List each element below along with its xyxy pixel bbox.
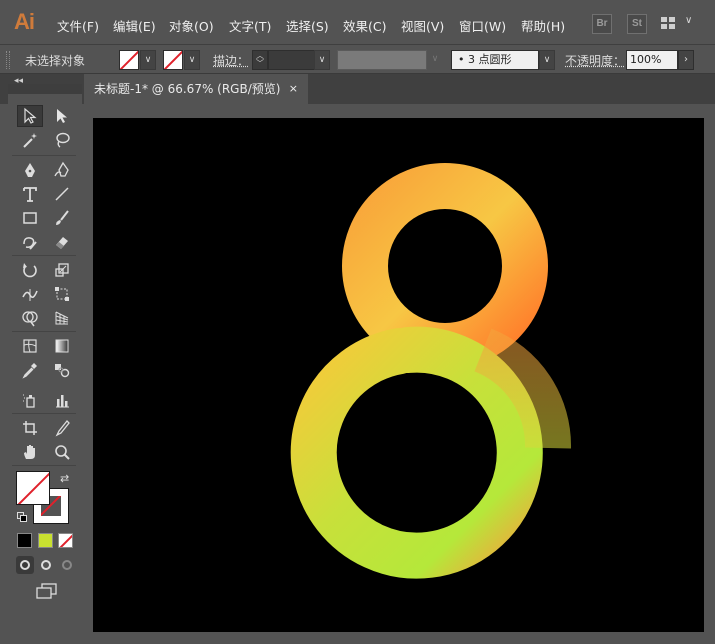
brush-definition[interactable]: • 3 点圆形 <box>451 50 539 70</box>
top-loop[interactable] <box>342 163 548 369</box>
document-tab-strip: 未标题-1* @ 66.67% (RGB/预览) × <box>0 74 715 104</box>
variable-width-profile[interactable] <box>337 50 427 70</box>
menu-select[interactable]: 选择(S) <box>286 16 329 35</box>
rotate-tool-icon[interactable] <box>17 259 43 281</box>
direct-selection-tool-icon[interactable] <box>49 105 75 127</box>
artboard[interactable] <box>93 118 704 632</box>
menu-effect[interactable]: 效果(C) <box>343 16 386 35</box>
curvature-tool-icon[interactable] <box>49 159 75 181</box>
free-transform-tool-icon[interactable] <box>49 283 75 305</box>
gradient-mode-button[interactable] <box>38 533 53 548</box>
panel-grip[interactable] <box>6 51 10 69</box>
pen-tool-icon[interactable] <box>17 159 43 181</box>
magic-wand-tool-icon[interactable] <box>17 129 43 151</box>
brush-dropdown[interactable]: ∨ <box>539 50 555 70</box>
draw-inside-icon[interactable] <box>58 556 76 574</box>
selection-status: 未选择对象 <box>25 54 86 68</box>
fill-swatch[interactable] <box>119 50 139 70</box>
toolbox-separator <box>12 413 76 414</box>
stroke-weight-input[interactable] <box>268 50 316 70</box>
toolbox-separator <box>12 331 76 332</box>
fill-color-box[interactable] <box>16 471 50 505</box>
bottom-loop[interactable] <box>290 326 543 579</box>
menu-object[interactable]: 对象(O) <box>169 16 214 35</box>
menu-type[interactable]: 文字(T) <box>229 16 271 35</box>
gradient-tool-icon[interactable] <box>49 335 75 357</box>
zoom-tool-icon[interactable] <box>49 441 75 463</box>
artwork-number-eight[interactable] <box>93 118 704 632</box>
change-screen-mode-icon[interactable] <box>36 583 58 599</box>
width-tool-icon[interactable] <box>17 283 43 305</box>
toolbox-separator <box>12 255 76 256</box>
eyedropper-tool-icon[interactable] <box>17 359 43 381</box>
draw-normal-icon[interactable] <box>16 556 34 574</box>
stock-button[interactable]: St <box>627 14 647 34</box>
slice-tool-icon[interactable] <box>49 417 75 439</box>
stroke-dropdown[interactable]: ∨ <box>184 50 200 70</box>
workspace-dropdown-icon[interactable]: ∨ <box>685 15 692 26</box>
menu-edit[interactable]: 编辑(E) <box>113 16 156 35</box>
type-tool-icon[interactable] <box>17 183 43 205</box>
hand-tool-icon[interactable] <box>17 441 43 463</box>
menu-bar: Ai 文件(F) 编辑(E) 对象(O) 文字(T) 选择(S) 效果(C) 视… <box>0 0 715 44</box>
eraser-tool-icon[interactable] <box>49 231 75 253</box>
profile-dropdown: ∨ <box>431 54 439 64</box>
paintbrush-tool-icon[interactable] <box>49 207 75 229</box>
menu-help[interactable]: 帮助(H) <box>521 16 565 35</box>
workspace-grid-icon[interactable] <box>661 17 675 29</box>
bridge-button[interactable]: Br <box>592 14 612 34</box>
menu-file[interactable]: 文件(F) <box>57 16 99 35</box>
shaper-tool-icon[interactable] <box>17 231 43 253</box>
scale-tool-icon[interactable] <box>49 259 75 281</box>
selection-tool-icon[interactable] <box>17 105 43 127</box>
stroke-swatch[interactable] <box>163 50 183 70</box>
fill-dropdown[interactable]: ∨ <box>140 50 156 70</box>
close-tab-icon[interactable]: × <box>289 74 298 104</box>
document-tab-title: 未标题-1* @ 66.67% (RGB/预览) <box>94 82 281 96</box>
canvas-right-edge <box>704 104 715 644</box>
opacity-arrow-button[interactable]: › <box>678 50 694 70</box>
toolbox-separator <box>12 465 76 466</box>
rectangle-tool-icon[interactable] <box>17 207 43 229</box>
opacity-input[interactable]: 100% <box>626 50 678 70</box>
lasso-tool-icon[interactable] <box>49 129 75 151</box>
color-mode-button[interactable] <box>17 533 32 548</box>
stroke-weight-dropdown[interactable]: ∨ <box>314 50 330 70</box>
opacity-label[interactable]: 不透明度： <box>565 52 625 69</box>
line-segment-tool-icon[interactable] <box>49 183 75 205</box>
toolbox-separator <box>12 155 76 156</box>
control-bar: 未选择对象 ∨ ∨ 描边： ︿ ﹀ ∨ ∨ • 3 点圆形 ∨ 不透明度： 100… <box>0 44 715 74</box>
shape-builder-tool-icon[interactable] <box>17 307 43 329</box>
artboard-tool-icon[interactable] <box>17 417 43 439</box>
symbol-sprayer-tool-icon[interactable] <box>17 389 43 411</box>
default-fill-stroke-icon[interactable] <box>17 512 27 522</box>
stroke-weight-spinner[interactable]: ︿ ﹀ <box>252 50 268 70</box>
app-logo: Ai <box>14 9 35 34</box>
menu-view[interactable]: 视图(V) <box>401 16 444 35</box>
draw-behind-icon[interactable] <box>37 556 55 574</box>
mesh-tool-icon[interactable] <box>17 335 43 357</box>
menu-window[interactable]: 窗口(W) <box>459 16 506 35</box>
document-tab[interactable]: 未标题-1* @ 66.67% (RGB/预览) × <box>84 74 308 104</box>
column-graph-tool-icon[interactable] <box>49 389 75 411</box>
toolbox-header[interactable] <box>8 84 82 94</box>
blend-tool-icon[interactable] <box>49 359 75 381</box>
perspective-grid-tool-icon[interactable] <box>49 307 75 329</box>
none-mode-button[interactable] <box>58 533 73 548</box>
swap-fill-stroke-icon[interactable]: ⇄ <box>60 472 69 485</box>
stroke-label[interactable]: 描边： <box>213 52 249 69</box>
